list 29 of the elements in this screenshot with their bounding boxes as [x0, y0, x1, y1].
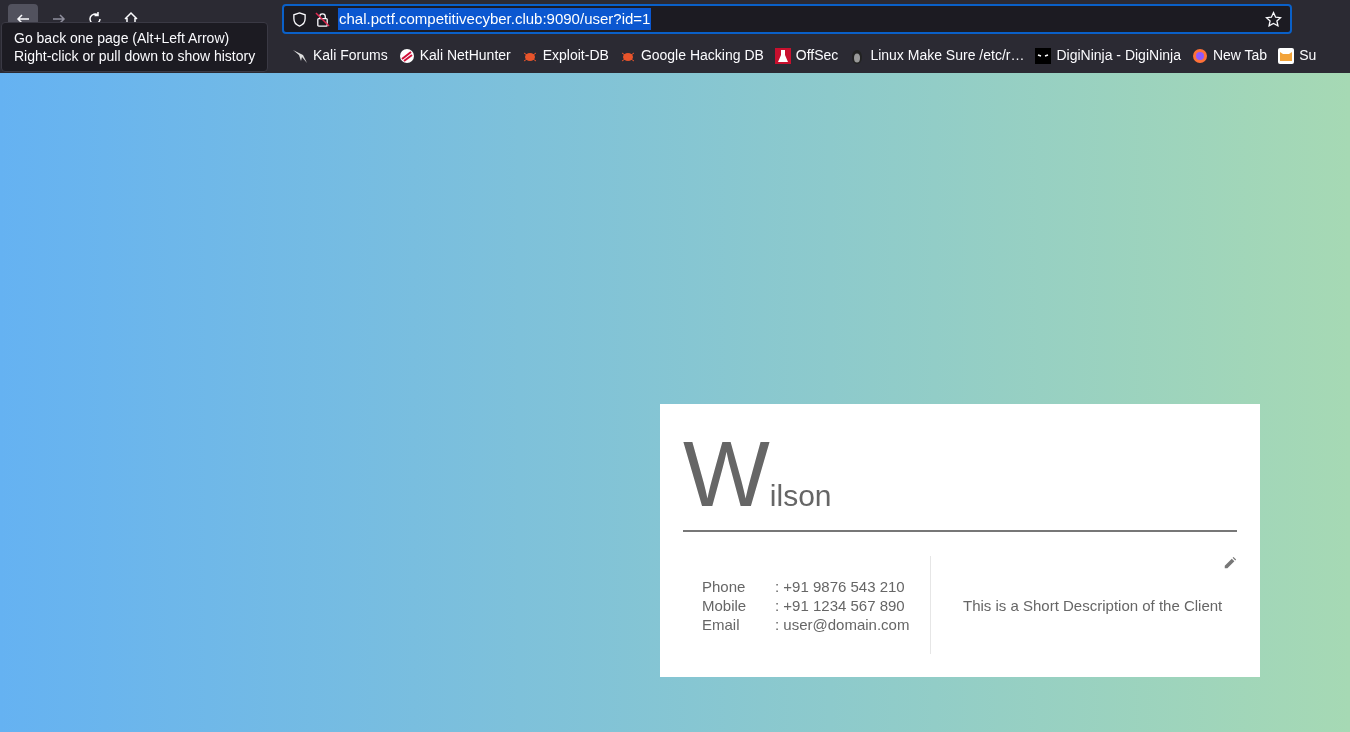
- bookmark-link[interactable]: OffSec: [774, 45, 839, 66]
- address-bar[interactable]: chal.pctf.competitivecyber.club:9090/user?id=1: [282, 4, 1292, 34]
- bookmark-link[interactable]: Su: [1278, 45, 1317, 66]
- bookmark-link[interactable]: Exploit-DB: [521, 45, 609, 66]
- contact-label: Mobile: [702, 595, 748, 615]
- contact-value: : +91 1234 567 890: [775, 595, 905, 615]
- contact-label: Phone: [702, 576, 747, 596]
- flask-icon: [774, 47, 791, 64]
- name-text: ilson: [769, 479, 832, 514]
- description-text: This is a Short Description of the Client: [963, 595, 1223, 615]
- shield-icon[interactable]: [292, 11, 307, 27]
- lock-icon[interactable]: [315, 11, 330, 27]
- pencil-icon[interactable]: [1223, 556, 1237, 570]
- contact-value: : user@domain.com: [775, 614, 910, 634]
- contact-label: Email: [702, 614, 741, 634]
- globe-icon: [1191, 47, 1208, 64]
- ninja-icon: [1035, 47, 1052, 64]
- bookmark-link[interactable]: Kali Forums: [292, 45, 388, 66]
- url-text: chal.pctf.competitivecyber.club:9090/user?id=1: [338, 7, 652, 31]
- contact-value: : +91 9876 543 210: [775, 576, 905, 596]
- bookmark-link[interactable]: Google Hacking DB: [619, 45, 764, 66]
- nethunter-icon: [398, 47, 415, 64]
- tooltip: Go back one page (Alt+Left Arrow) Right-click or pull down to show history: [1, 22, 269, 72]
- bookmark-link[interactable]: New Tab: [1191, 45, 1268, 66]
- bookmark-link[interactable]: Linux Make Sure /etc/r…: [849, 45, 1025, 66]
- bookmark-link[interactable]: Kali NetHunter: [398, 45, 511, 66]
- name-initial: W: [683, 434, 770, 514]
- star-icon[interactable]: [1265, 10, 1282, 28]
- bookmark-link[interactable]: DigiNinja - DigiNinja: [1035, 45, 1181, 66]
